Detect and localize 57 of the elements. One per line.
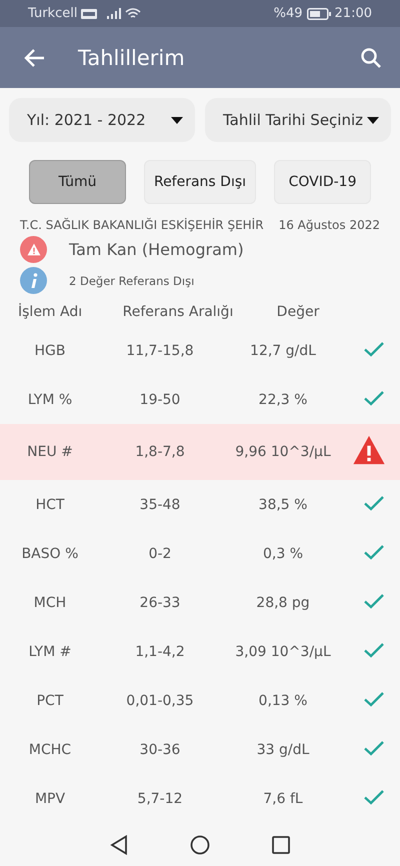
table-cell-text: 1,8-7,8 <box>134 444 186 460</box>
table-cell-text: 9,96 10^3/µL <box>234 444 332 460</box>
table-cell-text: 0,01-0,35 <box>125 692 195 708</box>
signal-icon <box>107 8 122 19</box>
dropdown[interactable]: Tahlil Tarihi Seçiniz <box>205 98 391 142</box>
recents-nav-icon[interactable] <box>272 836 290 854</box>
table-cell-text: HGB <box>34 342 66 358</box>
volte-icon <box>81 8 98 18</box>
table-cell-text: 3,09 10^3/µL <box>234 644 332 660</box>
table-cell-text: HCT <box>34 496 66 512</box>
table-cell-text: 26-33 <box>138 594 182 610</box>
column-header: Değer <box>276 304 320 322</box>
info-icon <box>20 267 47 294</box>
table-cell-text: MPV <box>34 790 66 806</box>
table-cell-text: MCHC <box>28 742 72 758</box>
table-cell-text: LYM # <box>28 644 72 660</box>
table-cell-text: 30-36 <box>138 742 182 758</box>
table-cell-text: 0,13 % <box>258 692 308 708</box>
table-cell-text: 11,7-15,8 <box>125 342 195 358</box>
test-name: Tam Kan (Hemogram) <box>69 240 244 259</box>
screen-title: Tahlillerim <box>78 46 186 70</box>
filter-button[interactable]: COVID-19 <box>274 160 372 204</box>
battery-icon <box>306 8 331 20</box>
wifi-icon <box>125 8 142 20</box>
table-cell-text: LYM % <box>26 392 74 408</box>
table-cell-text: 35-48 <box>138 496 182 512</box>
table-cell-text: BASO % <box>20 546 80 562</box>
dropdown[interactable]: Yıl: 2021 - 2022 <box>9 98 195 142</box>
warning-icon <box>20 236 47 263</box>
institution-name: T.C. SAĞLIK BAKANLIĞI ESKİŞEHİR ŞEHİR <box>20 218 264 232</box>
table-cell-text: 7,6 fL <box>262 790 304 806</box>
report-date: 16 Ağustos 2022 <box>278 218 380 232</box>
table-cell-text: 38,5 % <box>258 496 308 512</box>
home-nav-icon[interactable] <box>190 835 210 855</box>
table-cell-text: 33 g/dL <box>256 742 310 758</box>
filter-button[interactable]: Referans Dışı <box>144 160 256 204</box>
table-cell-text: PCT <box>36 692 64 708</box>
caret-icon <box>171 116 183 124</box>
table-cell-text: NEU # <box>26 444 74 460</box>
back-nav-icon[interactable] <box>110 835 128 855</box>
table-cell-text: 0-2 <box>148 546 172 562</box>
table-cell-text: 19-50 <box>138 392 182 408</box>
battery-percent: %49 <box>274 6 303 21</box>
table-cell-text: 1,1-4,2 <box>134 644 186 660</box>
table-cell-text: 22,3 % <box>258 392 308 408</box>
table-cell-text: 28,8 pg <box>255 594 311 610</box>
table-cell-text: MCH <box>32 594 68 610</box>
clock-time: 21:00 <box>334 6 372 21</box>
filter-button[interactable]: Tümü <box>28 160 126 204</box>
summary-text: 2 Değer Referans Dışı <box>69 274 194 288</box>
table-cell-text: 0,3 % <box>262 546 304 562</box>
column-header: İşlem Adı <box>18 304 84 322</box>
caret-icon <box>367 116 379 124</box>
column-header: Referans Aralığı <box>122 304 234 322</box>
table-cell-text: 12,7 g/dL <box>249 342 317 358</box>
carrier-name: Turkcell <box>28 6 78 21</box>
table-cell-text: 5,7-12 <box>136 790 184 806</box>
